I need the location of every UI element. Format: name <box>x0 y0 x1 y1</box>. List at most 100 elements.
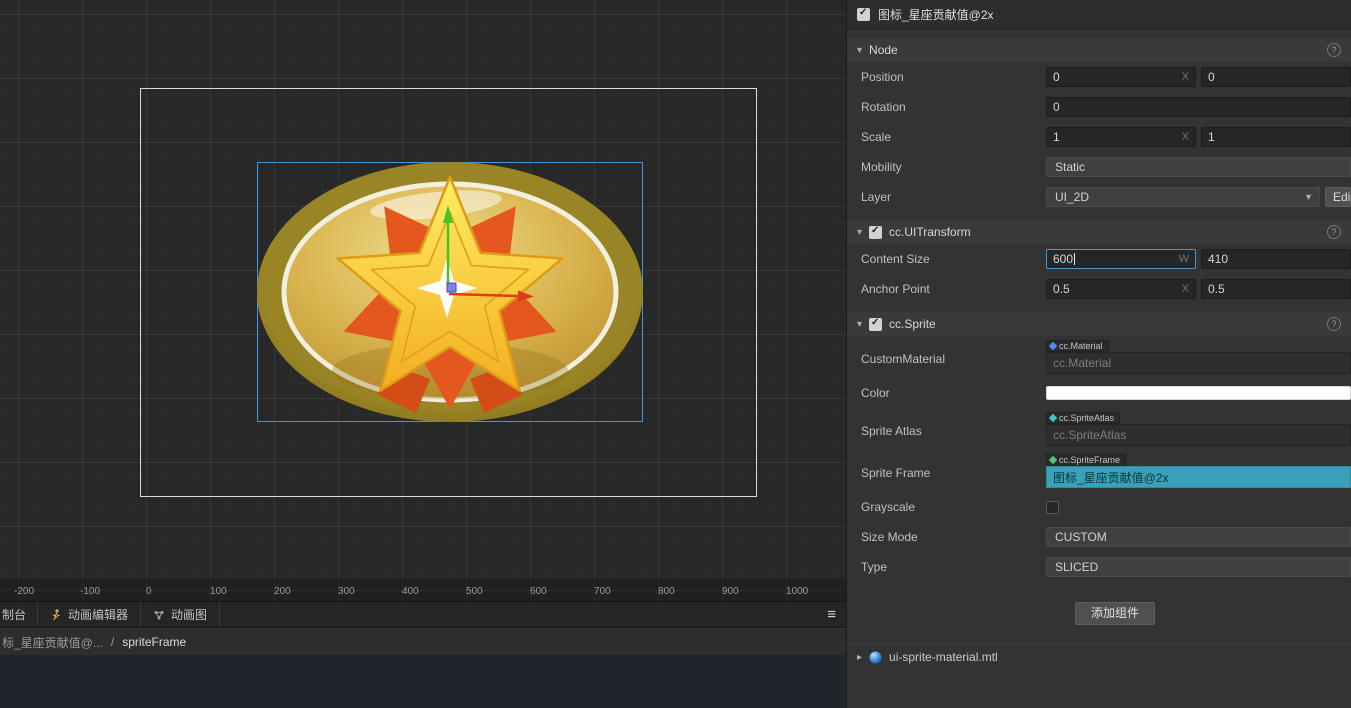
chevron-down-icon[interactable]: ▾ <box>857 319 862 330</box>
color-label: Color <box>861 386 890 400</box>
axis-x-suffix: X <box>1181 283 1189 295</box>
section-title-sprite: cc.Sprite <box>889 317 936 331</box>
color-swatch[interactable] <box>1046 386 1351 400</box>
rotation-label: Rotation <box>861 100 906 114</box>
animation-graph-icon <box>154 610 164 619</box>
axis-x-suffix: X <box>1181 71 1189 83</box>
section-title-uitransform: cc.UITransform <box>889 225 971 239</box>
sprite-enabled-checkbox[interactable] <box>869 317 883 331</box>
size-mode-label: Size Mode <box>861 530 918 544</box>
scale-y-input[interactable]: 1 <box>1201 127 1351 147</box>
chevron-right-icon[interactable]: ▸ <box>857 652 862 663</box>
custom-material-label: CustomMaterial <box>861 352 946 366</box>
axis-x-suffix: X <box>1181 131 1189 143</box>
ruler-tick: 900 <box>722 586 739 597</box>
row-size-mode: Size Mode CUSTOM <box>847 522 1351 552</box>
section-header-sprite[interactable]: ▾ cc.Sprite ? <box>847 312 1351 336</box>
tab-animation-graph-label: 动画图 <box>171 608 208 622</box>
anchor-x-value: 0.5 <box>1053 282 1070 296</box>
ruler-tick: 700 <box>594 586 611 597</box>
help-icon[interactable]: ? <box>1327 225 1341 239</box>
row-anchor-point: Anchor Point 0.5 X 0.5 <box>847 274 1351 304</box>
width-suffix: W <box>1178 253 1189 265</box>
scale-x-input[interactable]: 1 X <box>1046 127 1196 147</box>
size-mode-select[interactable]: CUSTOM <box>1046 527 1351 547</box>
chevron-down-icon[interactable]: ▾ <box>857 45 862 56</box>
chevron-down-icon: ▾ <box>1305 191 1311 203</box>
anchor-y-value: 0.5 <box>1208 282 1225 296</box>
node-active-checkbox[interactable] <box>857 7 870 21</box>
content-size-h-input[interactable]: 410 <box>1201 249 1351 269</box>
content-size-w-input[interactable]: 600 W <box>1046 249 1196 269</box>
scale-x-value: 1 <box>1053 130 1060 144</box>
grayscale-checkbox[interactable] <box>1046 500 1059 514</box>
layer-select[interactable]: UI_2D ▾ <box>1046 187 1320 207</box>
uitransform-enabled-checkbox[interactable] <box>869 225 883 239</box>
ruler-tick: 0 <box>146 586 152 597</box>
inspector-panel: 图标_星座贡献值@2x ▾ Node ? Position 0 X 0 Rota… <box>846 0 1351 708</box>
custom-material-field[interactable]: cc.Material <box>1046 352 1351 374</box>
star-badge-sprite[interactable] <box>250 155 650 430</box>
inspector-title: 图标_星座贡献值@2x <box>878 8 994 22</box>
sprite-atlas-field[interactable]: cc.SpriteAtlas <box>1046 424 1351 446</box>
panel-menu-icon[interactable]: ≡ <box>827 602 836 627</box>
breadcrumb-current[interactable]: spriteFrame <box>122 635 186 649</box>
rotation-input[interactable]: 0 <box>1046 97 1351 117</box>
layer-edit-button[interactable]: Edit <box>1325 187 1351 207</box>
material-asset-name: ui-sprite-material.mtl <box>889 650 998 664</box>
asset-type-chip: cc.SpriteFrame <box>1046 454 1127 466</box>
animation-editor-icon <box>52 608 60 620</box>
help-icon[interactable]: ? <box>1327 317 1341 331</box>
row-layer: Layer UI_2D ▾ Edit <box>847 182 1351 212</box>
type-select[interactable]: SLICED <box>1046 557 1351 577</box>
position-x-input[interactable]: 0 X <box>1046 67 1196 87</box>
type-label: Type <box>861 560 888 574</box>
console-area <box>0 655 846 708</box>
layer-value: UI_2D <box>1055 190 1090 204</box>
tab-console[interactable]: 制台 <box>0 602 38 627</box>
row-scale: Scale 1 X 1 <box>847 122 1351 152</box>
custom-material-value: cc.Material <box>1053 356 1112 370</box>
section-header-node[interactable]: ▾ Node ? <box>847 38 1351 62</box>
scene-panel: -200 -100 0 100 200 300 400 500 600 700 … <box>0 0 846 708</box>
anchor-x-input[interactable]: 0.5 X <box>1046 279 1196 299</box>
origin-handle[interactable] <box>446 282 457 293</box>
row-mobility: Mobility Static <box>847 152 1351 182</box>
help-icon[interactable]: ? <box>1327 43 1341 57</box>
position-y-input[interactable]: 0 <box>1201 67 1351 87</box>
breadcrumb-asset[interactable]: 标_星座贡献值@... <box>2 634 103 651</box>
row-rotation: Rotation 0 <box>847 92 1351 122</box>
anchor-y-input[interactable]: 0.5 <box>1201 279 1351 299</box>
sprite-frame-label: Sprite Frame <box>861 466 931 480</box>
section-title-node: Node <box>869 43 898 57</box>
chevron-down-icon[interactable]: ▾ <box>857 227 862 238</box>
row-sprite-frame: Sprite Frame cc.SpriteFrame 图标_星座贡献值@2x <box>847 450 1351 492</box>
tab-animation-graph[interactable]: 动画图 <box>141 602 221 627</box>
tab-animation-editor[interactable]: 动画编辑器 <box>38 602 142 627</box>
ruler-tick: 600 <box>530 586 547 597</box>
position-x-value: 0 <box>1053 70 1060 84</box>
scale-label: Scale <box>861 130 892 144</box>
material-sphere-icon <box>869 651 882 663</box>
ruler: -200 -100 0 100 200 300 400 500 600 700 … <box>0 579 846 601</box>
breadcrumb-separator: / <box>110 635 115 649</box>
ruler-tick: 1000 <box>786 586 809 597</box>
position-label: Position <box>861 70 904 84</box>
sprite-frame-diamond-icon <box>1048 455 1058 465</box>
mobility-select[interactable]: Static <box>1046 157 1351 177</box>
scene-viewport[interactable]: -200 -100 0 100 200 300 400 500 600 700 … <box>0 0 846 601</box>
ruler-tick: 800 <box>658 586 675 597</box>
section-header-uitransform[interactable]: ▾ cc.UITransform ? <box>847 220 1351 244</box>
material-asset-row[interactable]: ▸ ui-sprite-material.mtl <box>847 643 1351 670</box>
ruler-tick: -200 <box>14 586 35 597</box>
sprite-frame-field[interactable]: 图标_星座贡献值@2x <box>1046 466 1351 488</box>
add-component-button[interactable]: 添加组件 <box>1075 602 1155 625</box>
row-type: Type SLICED <box>847 552 1351 582</box>
ruler-tick: 400 <box>402 586 419 597</box>
bottom-tabbar: 制台 动画编辑器 动画图 ≡ <box>0 601 846 628</box>
position-y-value: 0 <box>1208 70 1215 84</box>
row-sprite-atlas: Sprite Atlas cc.SpriteAtlas cc.SpriteAtl… <box>847 408 1351 450</box>
material-diamond-icon <box>1048 341 1058 351</box>
sprite-frame-value: 图标_星座贡献值@2x <box>1053 470 1169 485</box>
asset-type-chip-label: cc.SpriteFrame <box>1059 455 1121 465</box>
